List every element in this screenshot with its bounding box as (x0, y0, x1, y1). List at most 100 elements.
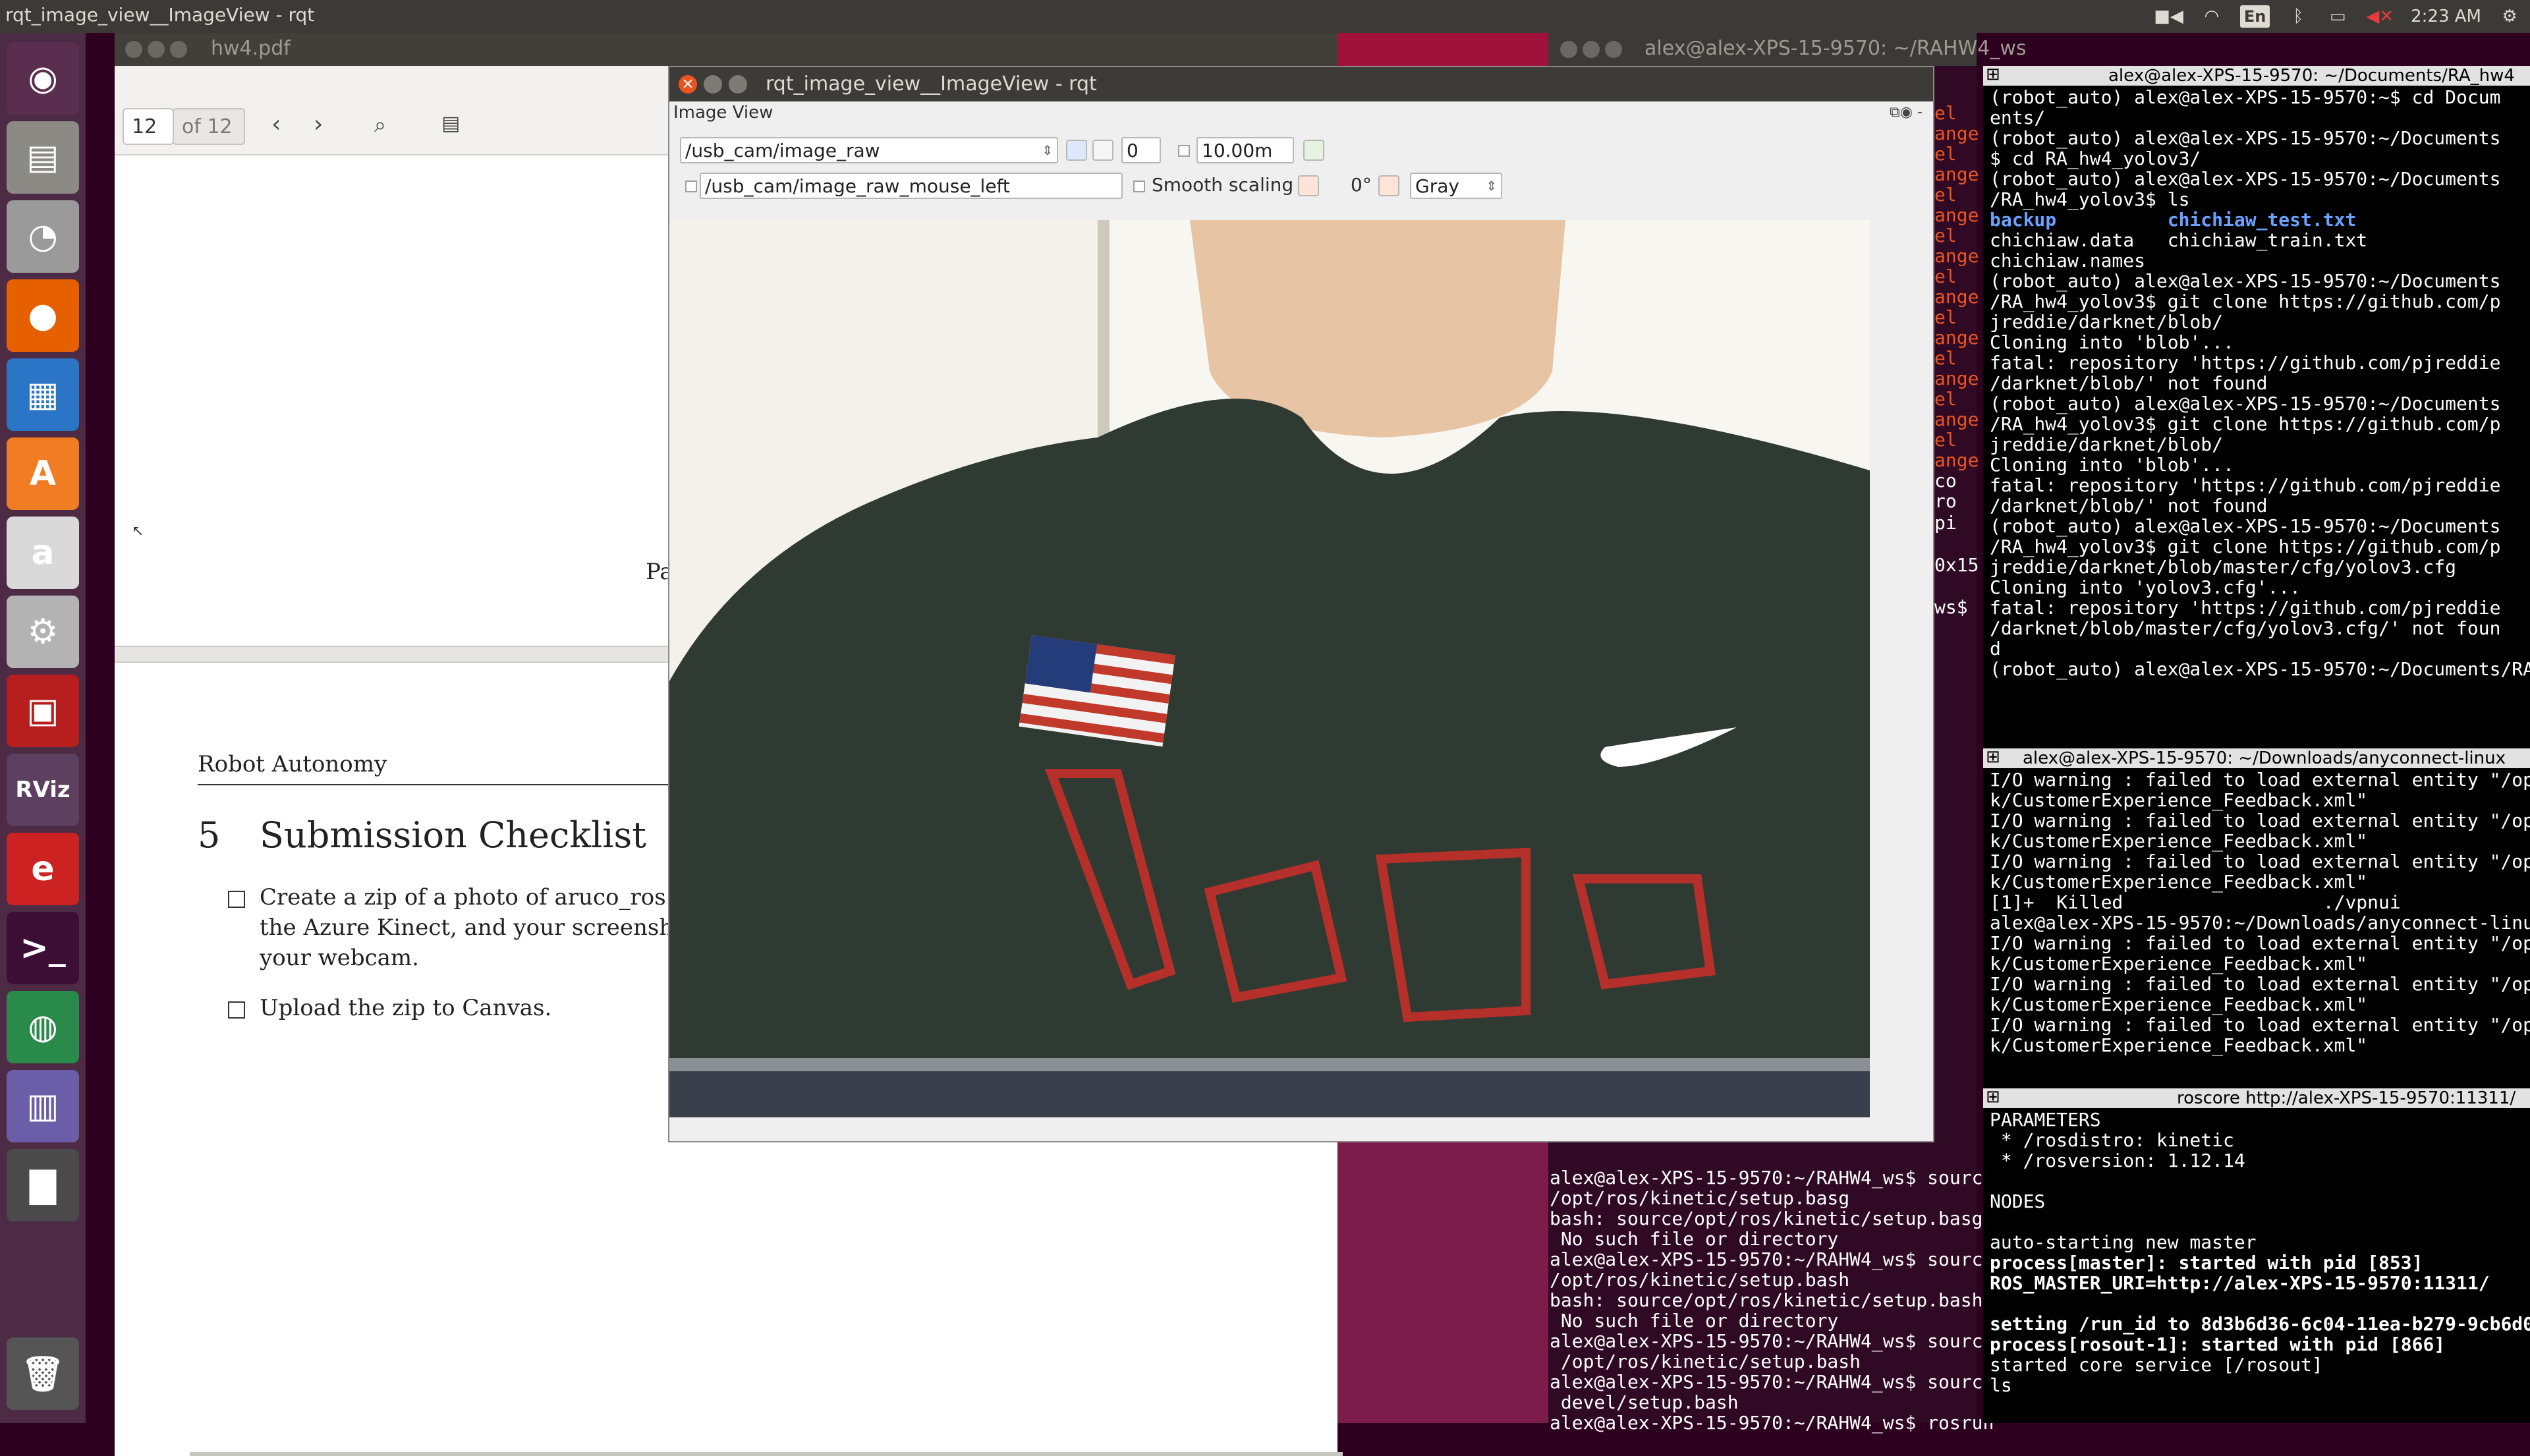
red-app-icon[interactable]: ▣ (7, 675, 79, 747)
terminal-line: /darknet/blob/' not found (1990, 372, 2268, 394)
minimize-window-button[interactable] (1583, 41, 1600, 58)
dynamic-range-checkbox[interactable] (1178, 145, 1190, 157)
max-depth-input[interactable]: 10.00m (1196, 137, 1294, 163)
rqt-window-title: rqt_image_view__ImageView - rqt (766, 72, 1097, 96)
terminal-pane-title: ⊞ alex@alex-XPS-15-9570: ~/Downloads/any… (1983, 748, 2530, 768)
checklist-checkbox (228, 1001, 245, 1019)
files-icon[interactable]: ▤ (7, 121, 79, 194)
libreoffice-impress-icon[interactable]: ▦ (7, 358, 79, 431)
battery-icon[interactable]: ▭ (2326, 5, 2349, 28)
topic-selector-value: /usb_cam/image_raw (685, 139, 880, 161)
section-number: 5 (198, 814, 221, 856)
ubuntu-dash-icon[interactable]: ◉ (7, 42, 79, 115)
terminal-line: chichiaw.names (1990, 250, 2146, 271)
zoom-fit-button[interactable] (1303, 140, 1324, 161)
terminal-line: k/CustomerExperience_Feedback.xml" (1990, 994, 2368, 1015)
terminal-pane-documents[interactable]: ⊞ alex@alex-XPS-15-9570: ~/Documents/RA_… (1983, 66, 2530, 748)
refresh-topics-button[interactable] (1066, 140, 1087, 161)
maximize-window-button[interactable] (170, 41, 187, 58)
terminal-partial-text: ange (1934, 163, 1979, 185)
sidebar-toggle-icon[interactable]: ▤ (441, 112, 460, 135)
bluetooth-icon[interactable]: ᛒ (2287, 5, 2309, 28)
rqt-titlebar: ✕ rqt_image_view__ImageView - rqt (669, 67, 1933, 101)
mouse-topic-input[interactable]: /usb_cam/image_raw_mouse_left (700, 173, 1123, 199)
checklist-item-text: your webcam. (260, 945, 419, 971)
horizontal-scrollbar[interactable] (190, 1452, 1343, 1456)
color-mode-selector[interactable]: Gray ⇕ (1410, 173, 1502, 199)
terminal-line: * /rosdistro: kinetic (1990, 1129, 2234, 1151)
save-image-button[interactable] (1092, 140, 1113, 161)
mouse-publish-checkbox[interactable] (685, 181, 697, 192)
wifi-icon[interactable]: ◠ (2201, 5, 2223, 28)
maximize-window-button[interactable] (729, 75, 747, 94)
firefox-icon[interactable]: ● (7, 279, 79, 352)
terminal-line: ents/ (1990, 107, 2046, 128)
page-number-input[interactable]: 12 (123, 108, 174, 145)
gear-icon[interactable]: ⚙ (2498, 5, 2521, 28)
terminal-line: chichiaw.data chichiaw_train.txt (1990, 229, 2368, 251)
terminal-icon[interactable]: >_ (7, 912, 79, 984)
terminal-line: alex@alex-XPS-15-9570:~/RAHW4_ws$ source (1550, 1167, 1994, 1189)
pane-menu-icon[interactable]: ⊞ (1986, 1088, 2000, 1107)
terminal-line: NODES (1990, 1190, 2046, 1212)
terminal-partial-text: el (1934, 103, 1957, 124)
terminal-line: (robot_auto) alex@alex-XPS-15-9570:~$ cd… (1990, 86, 2501, 108)
terminal-line: k/CustomerExperience_Feedback.xml" (1990, 1034, 2368, 1056)
previous-page-icon[interactable]: ‹ (271, 111, 281, 138)
next-page-icon[interactable]: › (314, 111, 323, 138)
rviz-icon[interactable]: RViz (7, 754, 79, 826)
top-panel: rqt_image_view__ImageView - rqt ■◀ ◠ En … (0, 0, 2530, 33)
workspace-switcher-icon[interactable]: ▇ (7, 1149, 79, 1221)
webcam-frame-illustration (669, 220, 1870, 1117)
camera-icon[interactable]: ■◀ (2154, 5, 2183, 28)
terminal-partial-text: pi (1934, 512, 1957, 534)
close-window-button[interactable]: ✕ (679, 75, 697, 94)
terminal-partial-text: el (1934, 266, 1957, 287)
maximize-window-button[interactable] (1605, 41, 1622, 58)
terminal-pane-title: ⊞ roscore http://alex-XPS-15-9570:11311/ (1983, 1088, 2530, 1108)
terminal-line: /opt/ros/kinetic/setup.basg (1550, 1187, 1850, 1209)
volume-muted-icon[interactable]: ◀✕ (2366, 5, 2394, 28)
trash-icon[interactable]: 🗑 (7, 1337, 79, 1410)
disk-icon[interactable]: ◔ (7, 200, 79, 273)
smooth-scaling-checkbox[interactable] (1133, 181, 1145, 192)
pane-menu-icon[interactable]: ⊞ (1986, 66, 2000, 84)
terminal-partial-text: 0x15 (1934, 554, 1979, 576)
terminal-line: jreddie/darknet/blob/ (1990, 311, 2224, 333)
software-center-icon[interactable]: A (7, 437, 79, 510)
terminal-line: (robot_auto) alex@alex-XPS-15-9570:~/Doc… (1990, 168, 2501, 190)
screenshot-app-icon[interactable]: ▥ (7, 1070, 79, 1142)
terminal-line: fatal: repository 'https://github.com/pj… (1990, 597, 2501, 619)
camera-image[interactable] (669, 220, 1870, 1117)
topic-selector[interactable]: /usb_cam/image_raw ⇕ (680, 137, 1058, 163)
minimize-window-button[interactable] (704, 75, 722, 94)
rotate-right-button[interactable] (1298, 175, 1319, 196)
terminal-line: /RA_hw4_yolov3$ ls (1990, 188, 2190, 210)
terminal-line: /opt/ros/kinetic/setup.bash (1550, 1269, 1850, 1291)
spinbox-min[interactable]: 0 (1121, 137, 1161, 163)
terminal-line: k/CustomerExperience_Feedback.xml" (1990, 789, 2368, 811)
terminal-partial-text: el (1934, 347, 1957, 369)
pane-menu-icon[interactable]: ⊞ (1986, 748, 2000, 767)
minimize-window-button[interactable] (148, 41, 165, 58)
search-icon[interactable]: ⌕ (374, 112, 386, 138)
terminal-output[interactable]: alex@alex-XPS-15-9570:~/RAHW4_ws$ source… (1550, 1167, 1994, 1433)
terminal-line: devel/setup.bash (1550, 1391, 1739, 1413)
amazon-icon[interactable]: a (7, 517, 79, 589)
close-window-button[interactable] (125, 41, 142, 58)
keyboard-layout-indicator[interactable]: En (2239, 5, 2270, 28)
network-app-icon[interactable]: ◍ (7, 991, 79, 1063)
terminal-pane-anyconnect[interactable]: ⊞ alex@alex-XPS-15-9570: ~/Downloads/any… (1983, 748, 2530, 1091)
rotate-left-button[interactable] (1378, 175, 1399, 196)
checklist-item-text: Upload the zip to Canvas. (260, 995, 552, 1021)
system-settings-icon[interactable]: ⚙ (7, 596, 79, 668)
pdf-reader-icon[interactable]: e (7, 833, 79, 905)
launcher: ◉ ▤ ◔ ● ▦ Aa ⚙ ▣ RViz e >_ ◍ ▥ ▇ 🗑 (0, 33, 86, 1423)
plugin-options-icon[interactable]: ⧉◉ - (1890, 104, 1923, 121)
terminal-partial-text: ange (1934, 286, 1979, 308)
clock[interactable]: 2:23 AM (2411, 5, 2481, 28)
terminal-pane-roscore[interactable]: ⊞ roscore http://alex-XPS-15-9570:11311/… (1983, 1088, 2530, 1423)
terminal-partial-text: el (1934, 225, 1957, 246)
close-window-button[interactable] (1560, 41, 1577, 58)
